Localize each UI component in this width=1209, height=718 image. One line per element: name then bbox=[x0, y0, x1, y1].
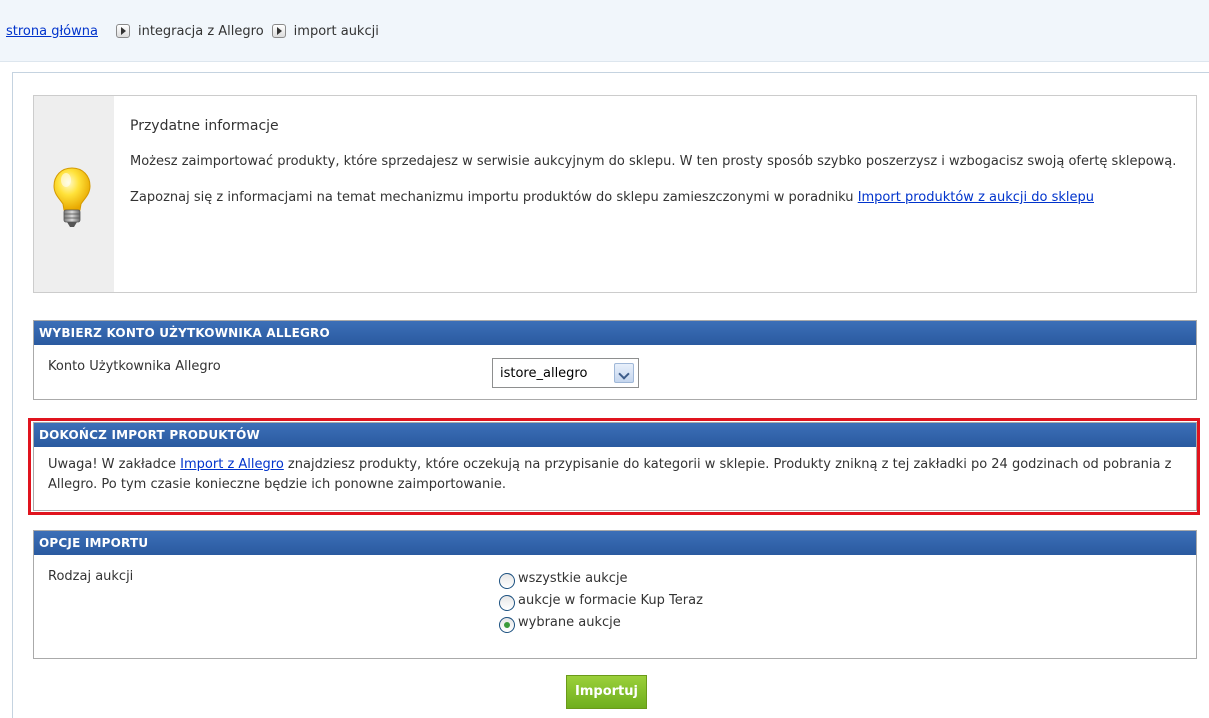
info-paragraph-2: Zapoznaj się z informacjami na temat mec… bbox=[130, 188, 1180, 208]
chevron-down-icon[interactable] bbox=[614, 363, 634, 383]
import-from-allegro-link[interactable]: Import z Allegro bbox=[180, 457, 284, 472]
info-paragraph-2-text: Zapoznaj się z informacjami na temat mec… bbox=[130, 190, 858, 205]
options-section-body: Rodzaj aukcji wszystkie aukcje aukcje w … bbox=[34, 555, 1196, 658]
import-section: DOKOŃCZ IMPORT PRODUKTÓW Uwaga! W zakład… bbox=[33, 422, 1197, 511]
radio-button[interactable] bbox=[499, 573, 515, 589]
import-notice-prefix: Uwaga! W zakładce bbox=[48, 457, 181, 472]
breadcrumb-current: import aukcji bbox=[293, 23, 379, 39]
radio-option-selected[interactable]: wybrane aukcje bbox=[499, 611, 703, 633]
radio-button[interactable] bbox=[499, 595, 515, 611]
breadcrumb-arrow-icon bbox=[115, 24, 130, 38]
breadcrumb-bar: strona główna integracja z Allegro impor… bbox=[0, 0, 1209, 62]
auction-type-radio-group: wszystkie aukcje aukcje w formacie Kup T… bbox=[499, 567, 703, 633]
radio-label[interactable]: wybrane aukcje bbox=[518, 615, 621, 630]
radio-button-checked[interactable] bbox=[499, 617, 515, 633]
import-button[interactable]: Importuj bbox=[566, 675, 647, 709]
info-paragraph-1: Możesz zaimportować produkty, które sprz… bbox=[130, 154, 1177, 169]
import-notice: Uwaga! W zakładce Import z Allegro znajd… bbox=[34, 447, 1196, 495]
radio-option-all[interactable]: wszystkie aukcje bbox=[499, 567, 703, 589]
account-select-value: istore_allegro bbox=[500, 365, 588, 381]
account-select[interactable]: istore_allegro bbox=[492, 358, 639, 388]
info-text: Przydatne informacje Możesz zaimportować… bbox=[130, 116, 1180, 224]
import-section-header: DOKOŃCZ IMPORT PRODUKTÓW bbox=[34, 423, 1196, 447]
info-box: Przydatne informacje Możesz zaimportować… bbox=[33, 95, 1197, 293]
auction-type-label: Rodzaj aukcji bbox=[48, 569, 134, 584]
account-section-body: Konto Użytkownika Allegro istore_allegro bbox=[34, 345, 1196, 399]
info-icon-column bbox=[34, 96, 114, 292]
account-section: WYBIERZ KONTO UŻYTKOWNIKA ALLEGRO Konto … bbox=[33, 320, 1197, 400]
lightbulb-icon bbox=[53, 167, 91, 227]
radio-label[interactable]: wszystkie aukcje bbox=[518, 571, 628, 586]
radio-option-buy-now[interactable]: aukcje w formacie Kup Teraz bbox=[499, 589, 703, 611]
info-title: Przydatne informacje bbox=[130, 118, 279, 134]
options-section: OPCJE IMPORTU Rodzaj aukcji wszystkie au… bbox=[33, 530, 1197, 659]
breadcrumb-home-link[interactable]: strona główna bbox=[6, 24, 98, 39]
radio-label[interactable]: aukcje w formacie Kup Teraz bbox=[518, 593, 703, 608]
breadcrumb-arrow-icon bbox=[271, 24, 286, 38]
guide-link[interactable]: Import produktów z aukcji do sklepu bbox=[858, 190, 1094, 205]
account-section-header: WYBIERZ KONTO UŻYTKOWNIKA ALLEGRO bbox=[34, 321, 1196, 345]
options-section-header: OPCJE IMPORTU bbox=[34, 531, 1196, 555]
account-label: Konto Użytkownika Allegro bbox=[48, 359, 221, 374]
breadcrumb-integration: integracja z Allegro bbox=[137, 23, 264, 39]
breadcrumb: strona główna integracja z Allegro impor… bbox=[6, 22, 379, 40]
